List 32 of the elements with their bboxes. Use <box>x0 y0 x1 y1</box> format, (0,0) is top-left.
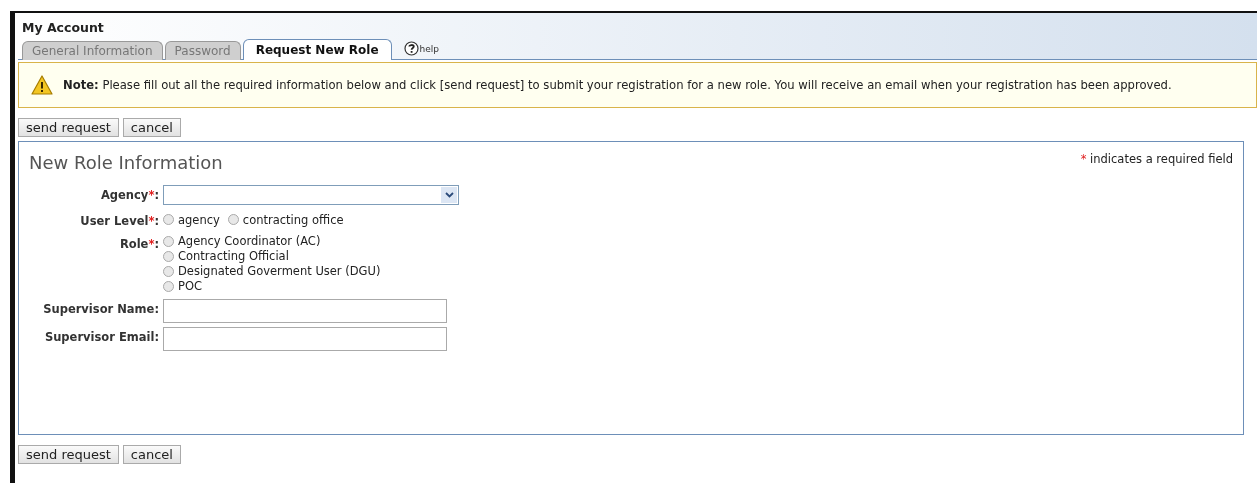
field-label: Supervisor Name: <box>42 301 159 318</box>
warning-icon <box>31 75 53 95</box>
field-label: User Level*: <box>79 213 159 228</box>
window-title: My Account <box>22 20 105 35</box>
radio-label: agency <box>178 212 220 227</box>
help-icon <box>403 41 419 56</box>
send-request-button[interactable]: send request <box>18 118 119 137</box>
field-label: Role*: <box>118 236 159 253</box>
tab[interactable]: Request New Role <box>242 39 392 60</box>
field-label: Supervisor Email: <box>43 329 159 346</box>
radio-button[interactable] <box>163 265 174 277</box>
radio-label: POC <box>178 279 203 293</box>
radio-button[interactable] <box>163 250 174 262</box>
send-request-button[interactable]: send request <box>18 445 119 464</box>
cancel-button[interactable]: cancel <box>122 118 181 137</box>
radio-button[interactable] <box>163 235 174 247</box>
note-text: Note: Please fill out all the required information below and click [send request] to submit your registration for a new role. You will receive an email when your registration has been approved. <box>63 78 1172 92</box>
input-field[interactable] <box>163 299 447 323</box>
input-field[interactable] <box>163 327 447 351</box>
help-link[interactable]: help <box>403 41 439 59</box>
required-legend: * indicates a required field <box>1080 152 1233 166</box>
radio-button[interactable] <box>163 280 174 292</box>
field-label: Agency*: <box>99 187 159 204</box>
cancel-button[interactable]: cancel <box>122 445 181 464</box>
radio-label: Designated Goverment User (DGU) <box>178 264 381 278</box>
agency-dropdown[interactable] <box>163 185 459 205</box>
radio-label: Agency Coordinator (AC) <box>178 234 321 248</box>
radio-button[interactable] <box>163 214 174 225</box>
radio-label: contracting office <box>242 212 344 227</box>
radio-label: Contracting Official <box>178 249 289 263</box>
radio-button[interactable] <box>227 214 239 225</box>
panel-title: New Role Information <box>29 152 223 173</box>
